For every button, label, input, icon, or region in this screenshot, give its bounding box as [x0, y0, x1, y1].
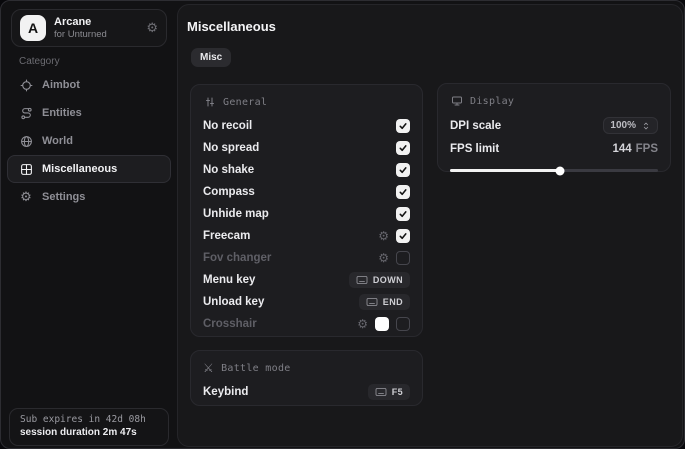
category-label: Category: [19, 56, 60, 67]
dpi-scale-select[interactable]: 100%: [603, 117, 658, 134]
row-menu-key: Menu key DOWN: [203, 269, 410, 291]
unload-keybind-button[interactable]: END: [359, 294, 410, 310]
row-fps-limit: FPS limit 144FPS: [450, 137, 658, 160]
sidebar-nav: Aimbot Entities World Miscellaneous: [7, 71, 171, 211]
unhide-map-checkbox[interactable]: [396, 207, 410, 221]
app-window: A Arcane for Unturned ⚙ Category Aimbot …: [0, 0, 685, 449]
sidebar-item-settings[interactable]: ⚙ Settings: [7, 183, 171, 211]
row-label: Keybind: [203, 386, 248, 398]
keybind-value: END: [383, 297, 403, 307]
keyboard-icon: [375, 387, 387, 397]
row-unload-key: Unload key END: [203, 291, 410, 313]
keyboard-icon: [356, 275, 368, 285]
row-no-spread: No spread: [203, 137, 410, 159]
slider-thumb[interactable]: [556, 166, 565, 175]
page-title: Miscellaneous: [187, 19, 276, 34]
fps-limit-slider[interactable]: [450, 169, 658, 172]
tab-misc[interactable]: Misc: [191, 48, 231, 67]
crosshair-color-swatch[interactable]: [375, 317, 389, 331]
display-card: Display DPI scale 100% FPS limit 144FPS: [437, 83, 671, 172]
row-label: Menu key: [203, 274, 255, 286]
battle-keybind-button[interactable]: F5: [368, 384, 410, 400]
general-header-label: General: [223, 97, 267, 108]
no-spread-checkbox[interactable]: [396, 141, 410, 155]
session-duration-text: session duration 2m 47s: [20, 427, 158, 438]
entities-icon: [19, 106, 33, 120]
row-label: No spread: [203, 142, 259, 154]
gear-icon[interactable]: ⚙: [378, 230, 389, 242]
brand-title: Arcane: [54, 16, 107, 29]
row-unhide-map: Unhide map: [203, 203, 410, 225]
keyboard-icon: [366, 297, 378, 307]
sidebar-item-label: World: [42, 135, 73, 147]
sub-expiry-text: Sub expires in 42d 08h: [20, 414, 158, 425]
brand-card: A Arcane for Unturned ⚙: [11, 9, 167, 47]
monitor-icon: [450, 95, 463, 108]
fov-changer-checkbox[interactable]: [396, 251, 410, 265]
sidebar-item-aimbot[interactable]: Aimbot: [7, 71, 171, 99]
sidebar-item-label: Entities: [42, 107, 82, 119]
sidebar-item-label: Aimbot: [42, 79, 80, 91]
battle-mode-card: ⚔ Battle mode Keybind F5: [190, 350, 423, 406]
keybind-value: DOWN: [373, 275, 403, 285]
sidebar-item-entities[interactable]: Entities: [7, 99, 171, 127]
main-panel: Miscellaneous Misc General No recoil No …: [177, 4, 683, 447]
gear-icon[interactable]: ⚙: [146, 22, 158, 35]
compass-checkbox[interactable]: [396, 185, 410, 199]
row-crosshair: Crosshair ⚙: [203, 313, 410, 335]
row-label: FPS limit: [450, 143, 499, 155]
freecam-checkbox[interactable]: [396, 229, 410, 243]
row-label: Fov changer: [203, 252, 271, 264]
gear-icon[interactable]: ⚙: [378, 252, 389, 264]
row-no-shake: No shake: [203, 159, 410, 181]
sidebar-item-miscellaneous[interactable]: Miscellaneous: [7, 155, 171, 183]
slider-fill: [450, 169, 560, 172]
sliders-icon: [203, 96, 216, 109]
row-compass: Compass: [203, 181, 410, 203]
swords-icon: ⚔: [203, 362, 214, 374]
sidebar-item-label: Miscellaneous: [42, 163, 117, 175]
subscription-status-box: Sub expires in 42d 08h session duration …: [9, 408, 169, 446]
sidebar-item-label: Settings: [42, 191, 85, 203]
row-label: Compass: [203, 186, 255, 198]
sidebar-item-world[interactable]: World: [7, 127, 171, 155]
menu-keybind-button[interactable]: DOWN: [349, 272, 410, 288]
row-label: Crosshair: [203, 318, 257, 330]
no-recoil-checkbox[interactable]: [396, 119, 410, 133]
row-label: DPI scale: [450, 120, 501, 132]
general-card: General No recoil No spread No shake Com…: [190, 84, 423, 337]
gear-icon[interactable]: ⚙: [357, 318, 368, 330]
row-label: Unhide map: [203, 208, 269, 220]
brand-subtitle: for Unturned: [54, 29, 107, 40]
row-no-recoil: No recoil: [203, 115, 410, 137]
row-label: Freecam: [203, 230, 250, 242]
row-freecam: Freecam ⚙: [203, 225, 410, 247]
brand-avatar: A: [20, 15, 46, 41]
row-fov-changer: Fov changer ⚙: [203, 247, 410, 269]
crosshair-icon: [19, 78, 33, 92]
row-dpi-scale: DPI scale 100%: [450, 114, 658, 137]
select-icon: [641, 121, 651, 131]
dpi-scale-value: 100%: [610, 120, 636, 131]
no-shake-checkbox[interactable]: [396, 163, 410, 177]
row-label: No recoil: [203, 120, 252, 132]
row-battle-keybind: Keybind F5: [203, 381, 410, 403]
row-label: No shake: [203, 164, 254, 176]
crosshair-checkbox[interactable]: [396, 317, 410, 331]
row-label: Unload key: [203, 296, 264, 308]
gear-icon: ⚙: [19, 190, 33, 204]
sidebar: A Arcane for Unturned ⚙ Category Aimbot …: [1, 1, 177, 448]
display-header-label: Display: [470, 96, 514, 107]
globe-icon: [19, 134, 33, 148]
fps-limit-value: 144FPS: [612, 143, 658, 155]
keybind-value: F5: [392, 387, 403, 397]
battle-header-label: Battle mode: [221, 363, 291, 374]
grid-icon: [19, 162, 33, 176]
